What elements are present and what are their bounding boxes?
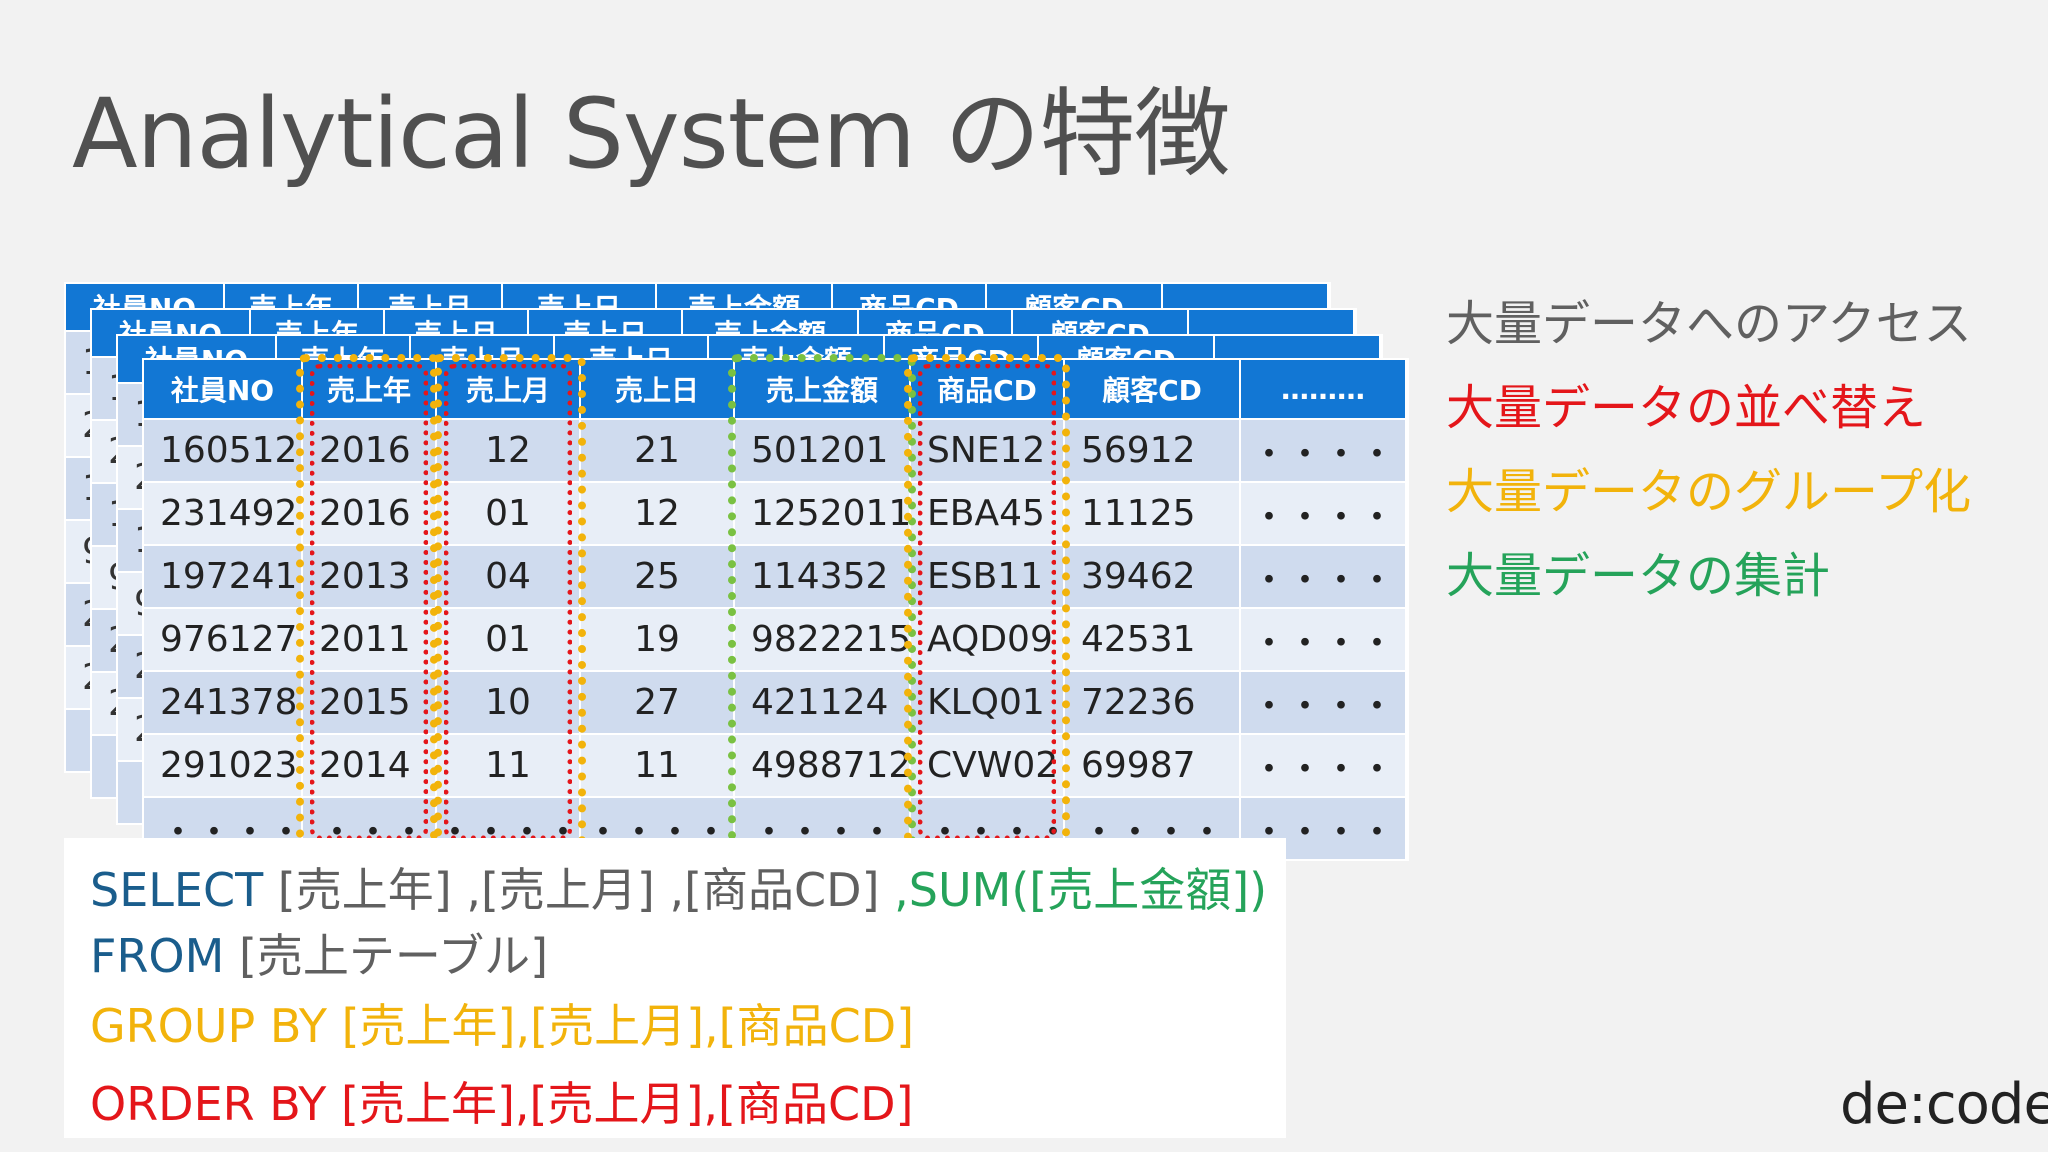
sql-from-table: [売上テーブル] — [224, 929, 549, 983]
table-cell: 241378 — [144, 670, 303, 734]
table-cell: 12 — [580, 481, 735, 545]
table-cell: ・・・・ — [1240, 481, 1407, 545]
sql-order-by-line: ORDER BY [売上年],[売上月],[商品CD] — [90, 1077, 914, 1131]
table-cell: 11 — [580, 733, 735, 797]
sql-select-columns: [売上年] ,[売上月] ,[商品CD] — [263, 863, 880, 917]
sql-group-by-line: GROUP BY [売上年],[売上月],[商品CD] — [90, 999, 915, 1053]
table-cell: 19 — [580, 607, 735, 671]
table-cell: 231492 — [144, 481, 303, 545]
table-cell: 25 — [580, 544, 735, 608]
table-cell: 69987 — [1064, 733, 1241, 797]
table-cell: 197241 — [144, 544, 303, 608]
table-cell: 72236 — [1064, 670, 1241, 734]
decode-logo: de:code — [1840, 1072, 2048, 1137]
table-cell: 39462 — [1064, 544, 1241, 608]
table-cell: ・・・・ — [1240, 670, 1407, 734]
sql-from-keyword: FROM — [90, 929, 225, 983]
sql-panel: SELECT [売上年] ,[売上月] ,[商品CD] ,SUM([売上金額])… — [64, 838, 1286, 1138]
table-cell: 27 — [580, 670, 735, 734]
sql-select-keyword: SELECT — [90, 863, 264, 917]
sql-select-line: SELECT [売上年] ,[売上月] ,[商品CD] ,SUM([売上金額]) — [90, 854, 1267, 920]
sql-from-line: FROM [売上テーブル] — [90, 920, 548, 986]
table-cell: 56912 — [1064, 418, 1241, 482]
feature-group: 大量データのグループ化 — [1446, 464, 1972, 520]
sort-year-highlight — [310, 364, 428, 840]
page-title: Analytical System の特徴 — [72, 78, 1230, 190]
column-header: ……… — [1240, 360, 1407, 419]
table-cell: ・・・・ — [1240, 607, 1407, 671]
sort-month-highlight — [444, 364, 572, 840]
table-cell: 291023 — [144, 733, 303, 797]
table-cell: 11125 — [1064, 481, 1241, 545]
table-cell: 976127 — [144, 607, 303, 671]
table-cell: 160512 — [144, 418, 303, 482]
table-cell: 42531 — [1064, 607, 1241, 671]
feature-aggregate: 大量データの集計 — [1446, 548, 1831, 604]
sql-sum-clause: ,SUM([売上金額]) — [879, 863, 1268, 917]
column-header: 顧客CD — [1064, 360, 1241, 419]
feature-access: 大量データへのアクセス — [1446, 296, 1972, 352]
column-header: 売上日 — [580, 360, 735, 419]
column-header: 社員NO — [144, 360, 303, 419]
table-cell: 21 — [580, 418, 735, 482]
sort-product-highlight — [918, 364, 1056, 840]
table-cell: ・・・・ — [1240, 544, 1407, 608]
table-cell: ・・・・ — [1240, 418, 1407, 482]
feature-sort: 大量データの並べ替え — [1446, 380, 1927, 436]
table-cell: ・・・・ — [1240, 733, 1407, 797]
sum-amount-highlight — [728, 354, 916, 850]
